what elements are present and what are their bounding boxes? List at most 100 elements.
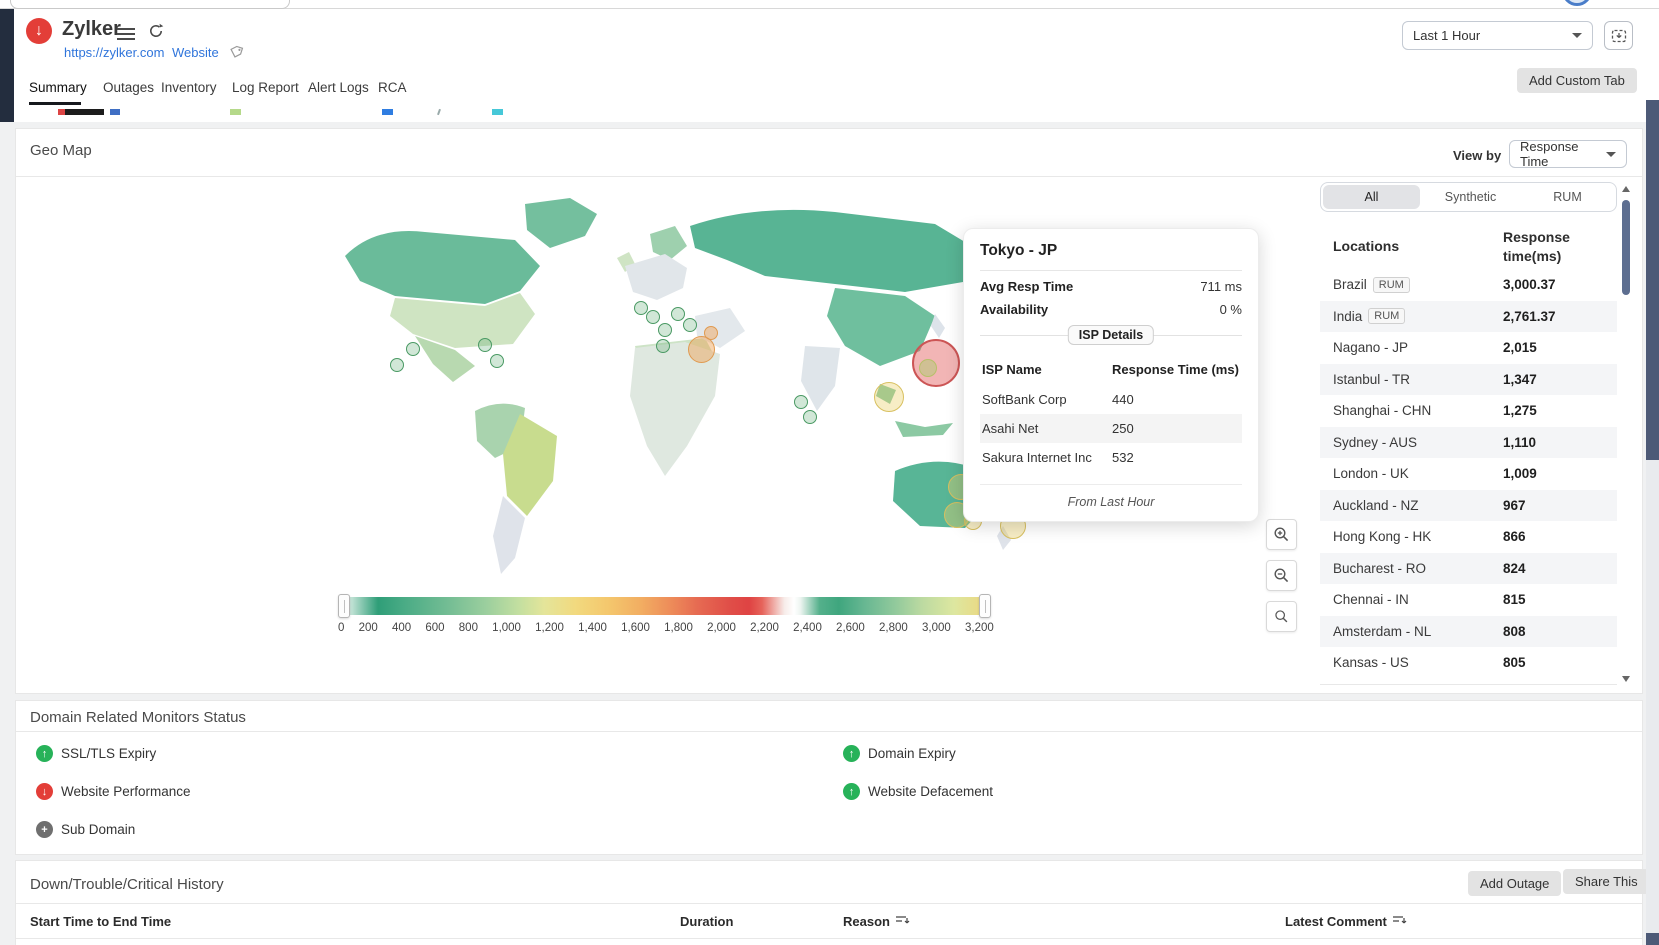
locations-list: Brazil RUM 3,000.37 India RUM 2,761.37 N…: [1320, 269, 1617, 679]
column-reason: Reason: [843, 914, 910, 929]
scale-tick: 2,800: [879, 622, 908, 634]
map-marker[interactable]: [803, 410, 817, 424]
isp-name-header: ISP Name: [982, 362, 1112, 377]
status-down-icon: ↓: [36, 783, 53, 800]
monitor-url-link[interactable]: https://zylker.com: [64, 45, 164, 60]
map-marker[interactable]: [704, 326, 718, 340]
location-row[interactable]: Kansas - US 805: [1320, 647, 1617, 679]
map-marker[interactable]: [656, 339, 670, 353]
monitor-item-label: Website Performance: [61, 784, 191, 799]
scale-tick: 2,400: [793, 622, 822, 634]
monitor-title: Zylker: [62, 18, 121, 41]
map-marker[interactable]: [671, 307, 685, 321]
monitor-item-domain-expiry[interactable]: ↑ Domain Expiry: [843, 745, 956, 762]
location-row[interactable]: India RUM 2,761.37: [1320, 301, 1617, 333]
add-outage-button[interactable]: Add Outage: [1468, 871, 1561, 896]
panel-filter-tabs: All Synthetic RUM: [1320, 182, 1617, 212]
location-response-time: 808: [1503, 624, 1526, 639]
tab-summary[interactable]: Summary: [29, 80, 87, 95]
location-row[interactable]: Shanghai - CHN 1,275: [1320, 395, 1617, 427]
column-latest-comment: Latest Comment: [1285, 914, 1407, 929]
location-row[interactable]: Hong Kong - HK 866: [1320, 521, 1617, 553]
view-by-select[interactable]: Response Time: [1509, 140, 1627, 168]
scale-tick: 1,200: [535, 622, 564, 634]
monitor-item-website-performance[interactable]: ↓ Website Performance: [36, 783, 191, 800]
monitor-type-link[interactable]: Website: [172, 45, 219, 60]
location-row[interactable]: Sydney - AUS 1,110: [1320, 427, 1617, 459]
isp-row: Sakura Internet Inc 532: [980, 443, 1242, 472]
map-marker[interactable]: [658, 323, 672, 337]
monitor-item-ssl-tls-expiry[interactable]: ↑ SSL/TLS Expiry: [36, 745, 156, 762]
map-zoom-in-button[interactable]: [1266, 519, 1297, 550]
panel-tab-rum[interactable]: RUM: [1519, 183, 1616, 211]
map-marker[interactable]: [688, 336, 715, 363]
location-row[interactable]: Auckland - NZ 967: [1320, 490, 1617, 522]
isp-row: SoftBank Corp 440: [980, 385, 1242, 414]
map-zoom-out-button[interactable]: [1266, 560, 1297, 591]
map-marker[interactable]: [406, 342, 420, 356]
tab-alert-logs[interactable]: Alert Logs: [308, 80, 369, 95]
location-row[interactable]: Chennai - IN 815: [1320, 584, 1617, 616]
filter-icon[interactable]: [895, 914, 910, 929]
tab-inventory[interactable]: Inventory: [161, 80, 217, 95]
location-row[interactable]: Bucharest - RO 824: [1320, 553, 1617, 585]
map-marker[interactable]: [478, 338, 492, 352]
map-marker[interactable]: [490, 354, 504, 368]
map-marker[interactable]: [390, 358, 404, 372]
tab-log-report[interactable]: Log Report: [232, 80, 299, 95]
monitor-item-label: Domain Expiry: [868, 746, 956, 761]
location-name: Nagano - JP: [1333, 340, 1408, 355]
scale-handle-min[interactable]: [338, 594, 350, 618]
scroll-up-arrow[interactable]: [1622, 186, 1630, 192]
scale-handle-max[interactable]: [979, 594, 991, 618]
map-marker[interactable]: [794, 395, 808, 409]
geo-map-title: Geo Map: [30, 142, 92, 159]
map-marker[interactable]: [646, 310, 660, 324]
column-label: Latest Comment: [1285, 914, 1387, 929]
filter-icon[interactable]: [1392, 914, 1407, 929]
menu-icon[interactable]: [117, 25, 135, 43]
location-name: London - UK: [1333, 466, 1409, 481]
tag-icon[interactable]: [228, 44, 244, 65]
rum-badge: RUM: [1373, 277, 1410, 293]
location-row[interactable]: London - UK 1,009: [1320, 458, 1617, 490]
location-row[interactable]: Amsterdam - NL 808: [1320, 616, 1617, 648]
map-zoom-reset-button[interactable]: [1266, 601, 1297, 632]
panel-tab-synthetic[interactable]: Synthetic: [1422, 183, 1519, 211]
page-scrollbar[interactable]: [1646, 100, 1659, 945]
tab-rca[interactable]: RCA: [378, 80, 407, 95]
location-name: Shanghai - CHN: [1333, 403, 1431, 418]
scale-tick-labels: 0 200 400 600 800 1,000 1,200 1,400 1,60…: [338, 622, 994, 634]
location-row[interactable]: Brazil RUM 3,000.37: [1320, 269, 1617, 301]
location-row[interactable]: Nagano - JP 2,015: [1320, 332, 1617, 364]
isp-name: Asahi Net: [982, 421, 1112, 436]
scale-tick: 2,000: [707, 622, 736, 634]
location-response-time: 866: [1503, 529, 1526, 544]
scrollbar-corner: [1646, 933, 1659, 945]
locations-scrollbar-thumb[interactable]: [1622, 200, 1630, 295]
location-row[interactable]: Istanbul - TR 1,347: [1320, 364, 1617, 396]
scrollbar-thumb[interactable]: [1646, 100, 1659, 460]
time-range-select[interactable]: Last 1 Hour: [1402, 21, 1593, 50]
locations-scrollbar[interactable]: [1621, 184, 1632, 684]
panel-tab-all[interactable]: All: [1323, 185, 1420, 209]
scroll-down-arrow[interactable]: [1622, 676, 1630, 682]
add-custom-tab-button[interactable]: Add Custom Tab: [1517, 68, 1637, 93]
share-this-button[interactable]: Share This: [1563, 869, 1650, 894]
tab-outages[interactable]: Outages: [103, 80, 154, 95]
avg-resp-label: Avg Resp Time: [980, 279, 1073, 294]
map-marker[interactable]: [919, 359, 937, 377]
window-switch-button[interactable]: [1604, 21, 1633, 50]
monitor-item-label: SSL/TLS Expiry: [61, 746, 156, 761]
monitor-item-website-defacement[interactable]: ↑ Website Defacement: [843, 783, 993, 800]
chevron-down-icon: [1606, 152, 1616, 157]
isp-response-time: 250: [1112, 421, 1134, 436]
monitor-item-sub-domain[interactable]: + Sub Domain: [36, 821, 135, 838]
map-marker[interactable]: [874, 382, 904, 412]
refresh-icon[interactable]: [147, 22, 165, 45]
location-name: Auckland - NZ: [1333, 498, 1419, 513]
location-response-time: 2,015: [1503, 340, 1537, 355]
divider: [16, 176, 1642, 177]
map-marker[interactable]: [683, 318, 697, 332]
location-name: Kansas - US: [1333, 655, 1409, 670]
